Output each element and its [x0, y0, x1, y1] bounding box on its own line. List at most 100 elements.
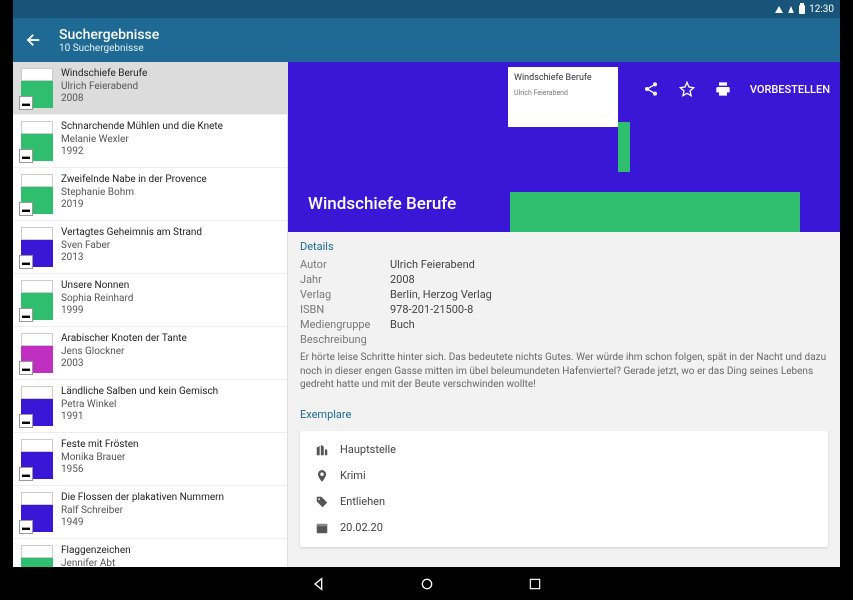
media-badge-icon: ▬ [19, 149, 33, 163]
copies-card: Hauptstelle Krimi Entliehen 20.02.20 [300, 431, 828, 547]
tag-icon [314, 494, 330, 510]
book-thumb: ▬ [21, 439, 53, 479]
building-icon [314, 442, 330, 458]
media-badge-icon: ▬ [19, 308, 33, 322]
list-item-author: Ralf Schreiber [61, 505, 224, 518]
description: Er hörte leise Schritte hinter sich. Das… [288, 347, 840, 400]
list-item-year: 2003 [61, 358, 187, 371]
pin-icon [314, 468, 330, 484]
back-button[interactable] [23, 29, 45, 51]
list-item[interactable]: ▬ Schnarchende Mühlen und die Knete Mela… [13, 115, 287, 168]
detail-key: Mediengruppe [300, 318, 390, 331]
page-subtitle: 10 Suchergebnisse [59, 43, 159, 54]
list-item-title: Schnarchende Mühlen und die Knete [61, 121, 223, 134]
android-nav-bar [0, 567, 853, 600]
list-item-year: 1949 [61, 517, 224, 530]
nav-home-icon[interactable] [418, 575, 436, 593]
list-item-author: Petra Winkel [61, 399, 218, 412]
list-item-title: Flaggenzeichen [61, 545, 131, 558]
book-cover: Windschiefe Berufe Ulrich Feierabend [508, 67, 618, 182]
signal-icon [788, 6, 794, 13]
list-item-title: Feste mit Frösten [61, 439, 139, 452]
battery-icon [799, 5, 805, 14]
copy-text: Hauptstelle [340, 443, 396, 456]
calendar-icon [314, 520, 330, 536]
list-item-author: Melanie Wexler [61, 134, 223, 147]
hero: Windschiefe Berufe Ulrich Feierabend VOR… [288, 62, 840, 232]
detail-value: Ulrich Feierabend [390, 258, 475, 271]
share-icon[interactable] [642, 80, 660, 98]
list-item-year: 2008 [61, 93, 147, 106]
book-thumb: ▬ [21, 386, 53, 426]
list-item-year: 2019 [61, 199, 207, 212]
page-title: Suchergebnisse [59, 27, 159, 43]
wifi-icon [775, 6, 783, 13]
detail-key: Autor [300, 258, 390, 271]
print-icon[interactable] [714, 80, 732, 98]
list-item-title: Vertagtes Geheimnis am Strand [61, 227, 202, 240]
copy-row: Krimi [300, 463, 828, 489]
list-item-title: Unsere Nonnen [61, 280, 133, 293]
copy-row: 20.02.20 [300, 515, 828, 541]
list-item[interactable]: ▬ Vertagtes Geheimnis am Strand Sven Fab… [13, 221, 287, 274]
book-thumb: ▬ [21, 68, 53, 108]
app-bar: Suchergebnisse 10 Suchergebnisse [13, 18, 840, 62]
nav-recent-icon[interactable] [526, 575, 544, 593]
detail-key: Jahr [300, 273, 390, 286]
results-list[interactable]: ▬ Windschiefe Berufe Ulrich Feierabend 2… [13, 62, 288, 600]
detail-pane: Windschiefe Berufe Ulrich Feierabend VOR… [288, 62, 840, 600]
list-item[interactable]: ▬ Zweifelnde Nabe in der Provence Stepha… [13, 168, 287, 221]
list-item-author: Stephanie Bohm [61, 187, 207, 200]
star-icon[interactable] [678, 80, 696, 98]
list-item-title: Arabischer Knoten der Tante [61, 333, 187, 346]
media-badge-icon: ▬ [19, 361, 33, 375]
list-item-year: 1992 [61, 146, 223, 159]
copy-row: Hauptstelle [300, 437, 828, 463]
book-thumb: ▬ [21, 333, 53, 373]
list-item[interactable]: ▬ Feste mit Frösten Monika Brauer 1956 [13, 433, 287, 486]
detail-key: Verlag [300, 288, 390, 301]
list-item[interactable]: ▬ Arabischer Knoten der Tante Jens Glock… [13, 327, 287, 380]
list-item-title: Die Flossen der plakativen Nummern [61, 492, 224, 505]
details-header: Details [288, 232, 840, 257]
list-item[interactable]: ▬ Unsere Nonnen Sophia Reinhard 1999 [13, 274, 287, 327]
copy-row: Entliehen [300, 489, 828, 515]
list-item-year: 1991 [61, 411, 218, 424]
list-item-author: Jens Glockner [61, 346, 187, 359]
media-badge-icon: ▬ [19, 255, 33, 269]
book-thumb: ▬ [21, 121, 53, 161]
detail-key: ISBN [300, 303, 390, 316]
detail-value: 978-201-21500-8 [390, 303, 473, 316]
book-thumb: ▬ [21, 227, 53, 267]
list-item-year: 1999 [61, 305, 133, 318]
media-badge-icon: ▬ [19, 467, 33, 481]
detail-value: Buch [390, 318, 415, 331]
media-badge-icon: ▬ [19, 202, 33, 216]
media-badge-icon: ▬ [19, 414, 33, 428]
list-item-year: 2013 [61, 252, 202, 265]
list-item-author: Sven Faber [61, 240, 202, 253]
list-item-author: Sophia Reinhard [61, 293, 133, 306]
detail-value: 2008 [390, 273, 415, 286]
list-item-author: Monika Brauer [61, 452, 139, 465]
book-thumb: ▬ [21, 280, 53, 320]
list-item-title: Windschiefe Berufe [61, 68, 147, 81]
list-item-title: Ländliche Salben und kein Gemisch [61, 386, 218, 399]
list-item[interactable]: ▬ Ländliche Salben und kein Gemisch Petr… [13, 380, 287, 433]
reserve-button[interactable]: VORBESTELLEN [750, 83, 830, 96]
copies-header: Exemplare [288, 400, 840, 425]
list-item[interactable]: ▬ Windschiefe Berufe Ulrich Feierabend 2… [13, 62, 287, 115]
list-item-title: Zweifelnde Nabe in der Provence [61, 174, 207, 187]
copy-text: 20.02.20 [340, 521, 383, 534]
copy-text: Entliehen [340, 495, 385, 508]
status-time: 12:30 [809, 4, 834, 15]
copy-text: Krimi [340, 469, 366, 482]
book-thumb: ▬ [21, 174, 53, 214]
list-item-year: 1956 [61, 464, 139, 477]
nav-back-icon[interactable] [310, 575, 328, 593]
book-thumb: ▬ [21, 492, 53, 532]
hero-title: Windschiefe Berufe [308, 194, 456, 214]
list-item[interactable]: ▬ Die Flossen der plakativen Nummern Ral… [13, 486, 287, 539]
media-badge-icon: ▬ [19, 96, 33, 110]
status-bar: 12:30 [13, 0, 840, 18]
